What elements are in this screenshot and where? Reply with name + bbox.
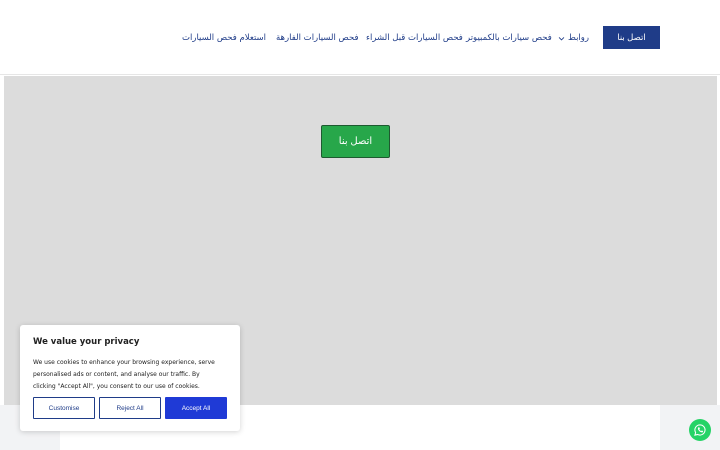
nav-item-pre-purchase-check[interactable]: فحص السيارات قبل الشراء	[366, 30, 463, 46]
chevron-down-icon	[557, 34, 565, 42]
nav-link-pre-purchase-check: فحص السيارات قبل الشراء	[366, 33, 463, 43]
whatsapp-button[interactable]	[689, 419, 711, 441]
nav-item-links[interactable]: روابط	[557, 30, 589, 46]
nav-item-inquiry-check[interactable]: استعلام فحص السيارات	[182, 30, 266, 46]
nav-item-computer-check[interactable]: فحص سيارات بالكمبيوتر	[466, 30, 552, 46]
nav-link-luxury-check: فحص السيارات الفارهة	[276, 33, 359, 43]
customise-button[interactable]: Customise	[33, 397, 95, 419]
nav-item-luxury-check[interactable]: فحص السيارات الفارهة	[276, 30, 359, 46]
hero-contact-button[interactable]: اتصل بنا	[321, 125, 390, 158]
reject-all-button[interactable]: Reject All	[99, 397, 161, 419]
accept-all-button[interactable]: Accept All	[165, 397, 227, 419]
nav-link-links: روابط	[568, 33, 590, 43]
cookie-description: We use cookies to enhance your browsing …	[33, 359, 215, 390]
whatsapp-icon	[693, 423, 707, 437]
cookie-title: We value your privacy	[33, 337, 140, 347]
nav-link-inquiry-check: استعلام فحص السيارات	[182, 33, 267, 43]
nav-link-computer-check: فحص سيارات بالكمبيوتر	[466, 33, 552, 43]
header-contact-button[interactable]: اتصل بنا	[603, 26, 660, 49]
cookie-button-row: Customise Reject All Accept All	[33, 397, 227, 419]
cookie-consent-modal: We value your privacy We use cookies to …	[20, 325, 240, 431]
site-header: اتصل بنا روابط فحص سيارات بالكمبيوتر فحص…	[0, 0, 720, 75]
